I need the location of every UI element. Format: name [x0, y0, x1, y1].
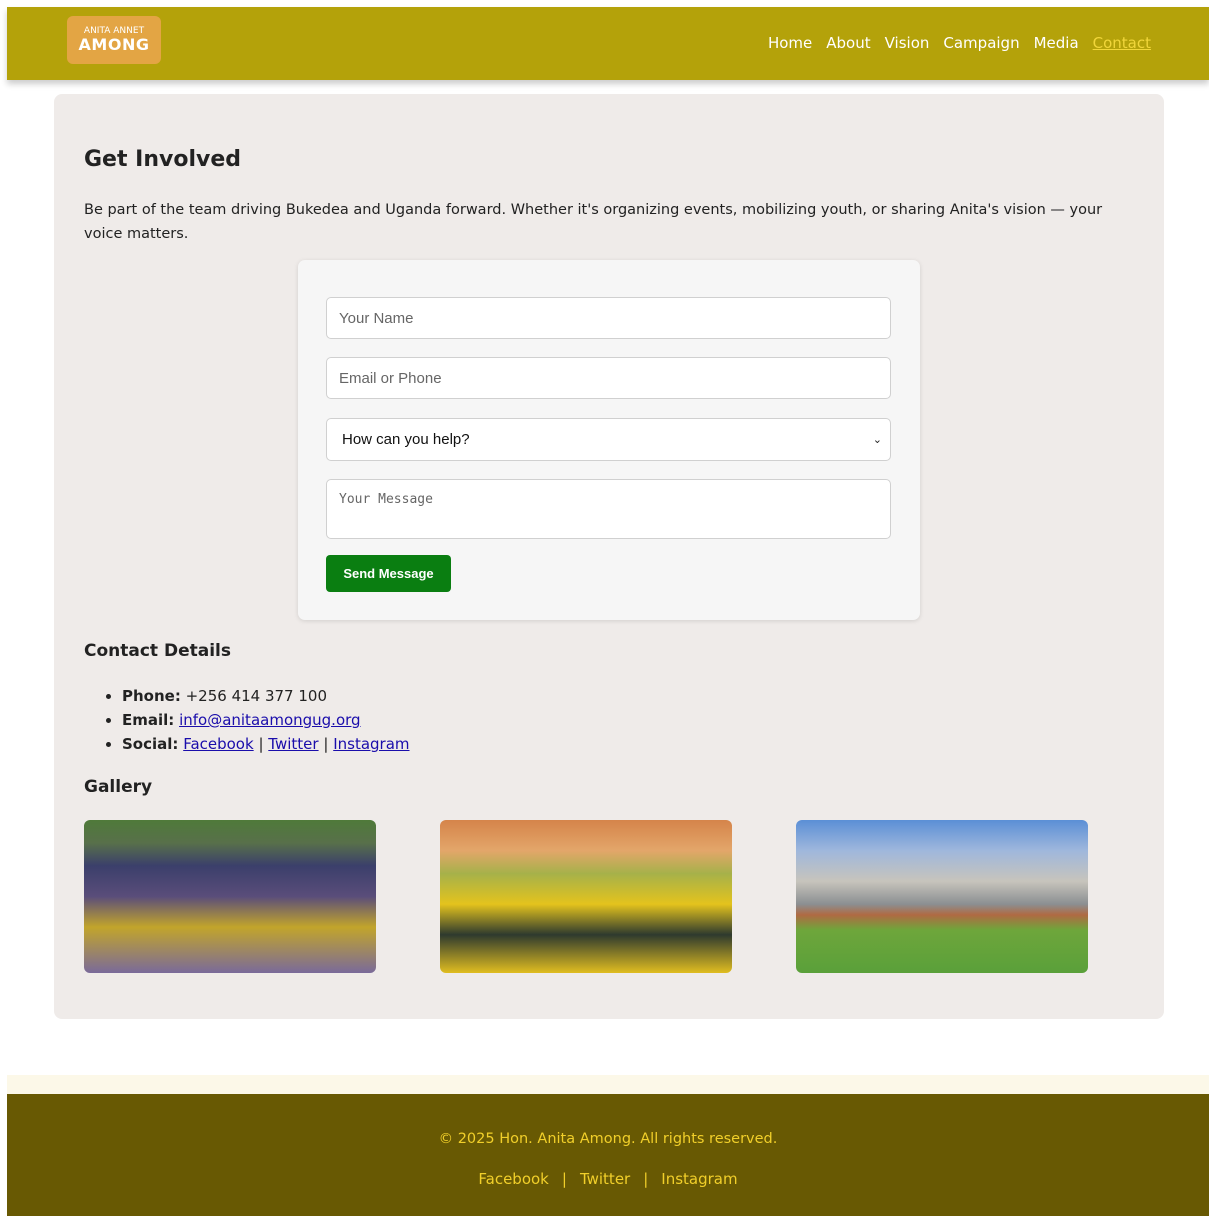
- page-title: Get Involved: [84, 147, 242, 172]
- footer-facebook-link[interactable]: Facebook: [478, 1170, 548, 1188]
- footer-instagram-link[interactable]: Instagram: [661, 1170, 737, 1188]
- nav-campaign[interactable]: Campaign: [943, 33, 1019, 53]
- copyright-text: © 2025 Hon. Anita Among. All rights rese…: [438, 1131, 778, 1147]
- facebook-link[interactable]: Facebook: [183, 735, 253, 753]
- contact-details-list: Phone: +256 414 377 100 Email: info@anit…: [122, 684, 410, 756]
- logo-big-text: AMONG: [78, 35, 150, 54]
- footer-links: Facebook | Twitter | Instagram: [7, 1170, 1209, 1188]
- get-involved-section: Get Involved Be part of the team driving…: [54, 94, 1164, 1019]
- site-header: ANITA ANNET AMONG Home About Vision Camp…: [7, 7, 1209, 80]
- message-textarea[interactable]: [326, 479, 891, 539]
- chevron-down-icon: ⌄: [872, 434, 882, 446]
- email-link[interactable]: info@anitaamongug.org: [179, 711, 360, 729]
- intro-text: Be part of the team driving Bukedea and …: [84, 202, 1103, 242]
- email-label: Email:: [122, 711, 175, 729]
- name-input[interactable]: [326, 297, 891, 339]
- list-item: Social: Facebook | Twitter | Instagram: [122, 732, 410, 756]
- gallery-image-rally-crowd[interactable]: [84, 820, 376, 973]
- nav-vision[interactable]: Vision: [885, 33, 930, 53]
- nav-home[interactable]: Home: [768, 33, 812, 53]
- nav-about[interactable]: About: [826, 33, 870, 53]
- list-item: Email: info@anitaamongug.org: [122, 708, 410, 732]
- send-message-button[interactable]: Send Message: [326, 555, 451, 592]
- separator: |: [643, 1170, 649, 1188]
- site-logo[interactable]: ANITA ANNET AMONG: [67, 16, 161, 64]
- phone-value: +256 414 377 100: [185, 687, 328, 705]
- email-or-phone-input[interactable]: [326, 357, 891, 399]
- contact-form: How can you help? ⌄ Send Message: [298, 260, 920, 620]
- main-nav: Home About Vision Campaign Media Contact: [754, 33, 1151, 53]
- separator: |: [323, 735, 329, 753]
- gallery-image-stadium-construction[interactable]: [796, 820, 1088, 973]
- site-footer: © 2025 Hon. Anita Among. All rights rese…: [7, 1094, 1209, 1216]
- phone-label: Phone:: [122, 687, 181, 705]
- gallery-image-supporters-group[interactable]: [440, 820, 732, 973]
- social-label: Social:: [122, 735, 179, 753]
- instagram-link[interactable]: Instagram: [333, 735, 409, 753]
- twitter-link[interactable]: Twitter: [268, 735, 318, 753]
- contact-details-heading: Contact Details: [84, 641, 231, 661]
- separator: |: [258, 735, 264, 753]
- list-item: Phone: +256 414 377 100: [122, 684, 410, 708]
- nav-contact[interactable]: Contact: [1093, 33, 1151, 53]
- gallery-heading: Gallery: [84, 777, 153, 797]
- help-select-value: How can you help?: [342, 431, 470, 448]
- separator: |: [561, 1170, 567, 1188]
- help-select[interactable]: How can you help? ⌄: [326, 418, 891, 461]
- nav-media[interactable]: Media: [1034, 33, 1079, 53]
- footer-divider-band: [7, 1075, 1209, 1094]
- footer-twitter-link[interactable]: Twitter: [580, 1170, 630, 1188]
